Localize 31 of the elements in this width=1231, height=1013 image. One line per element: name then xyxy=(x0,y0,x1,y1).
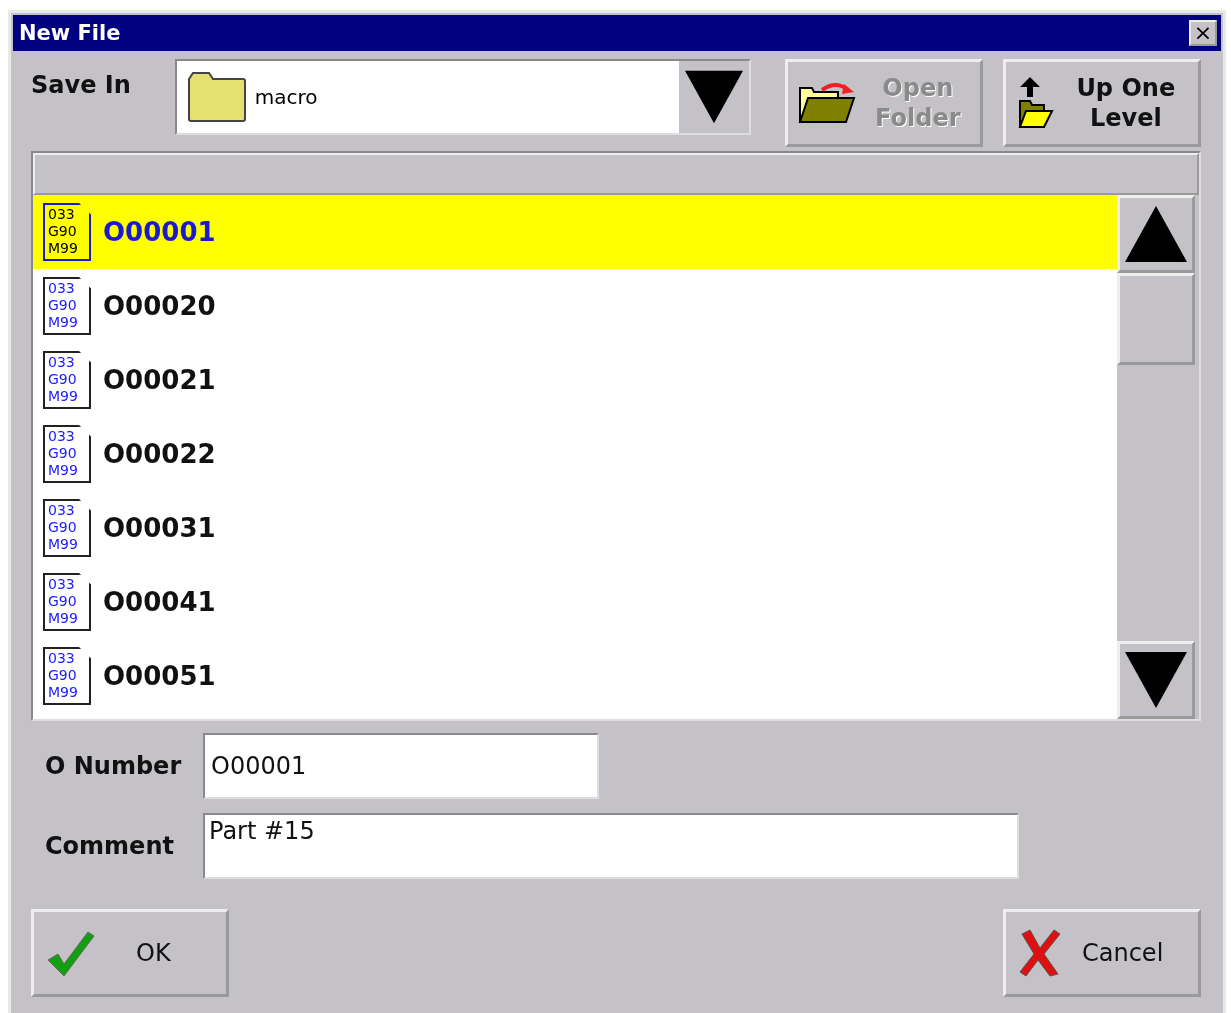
file-icon: 033 G90 M99 xyxy=(43,573,91,631)
up-one-level-button[interactable]: Up One Level xyxy=(1002,59,1201,147)
save-in-label: Save In xyxy=(31,71,131,99)
folder-icon xyxy=(186,71,247,123)
file-item[interactable]: 033 G90 M99 O00001 xyxy=(33,195,1117,269)
file-icon: 033 G90 M99 xyxy=(43,351,91,409)
up-triangle-icon xyxy=(1125,206,1187,262)
file-icon: 033 G90 M99 xyxy=(43,203,91,261)
o-number-label: O Number xyxy=(45,752,183,780)
scroll-up-button[interactable] xyxy=(1117,195,1195,273)
scroll-down-button[interactable] xyxy=(1117,641,1195,719)
o-number-field[interactable]: O00001 xyxy=(203,733,599,799)
save-in-dropdown[interactable]: macro xyxy=(174,59,751,135)
comment-field[interactable]: Part #15 xyxy=(203,813,1019,879)
caret-icon xyxy=(684,69,743,125)
save-in-value: macro xyxy=(254,85,319,109)
close-button[interactable]: × xyxy=(1189,20,1217,46)
file-icon: 033 G90 M99 xyxy=(43,647,91,705)
comment-label: Comment xyxy=(45,832,175,860)
window-title: New File xyxy=(19,21,121,45)
dropdown-button[interactable] xyxy=(678,61,749,133)
down-triangle-icon xyxy=(1125,652,1187,708)
file-icon: 033 G90 M99 xyxy=(43,425,91,483)
scroll-thumb[interactable] xyxy=(1117,273,1195,365)
file-icon: 033 G90 M99 xyxy=(43,499,91,557)
ok-button[interactable]: OK xyxy=(31,909,229,997)
scrollbar[interactable] xyxy=(1117,195,1199,719)
cross-icon xyxy=(1018,928,1062,978)
cancel-button[interactable]: Cancel xyxy=(1003,909,1201,997)
open-folder-icon xyxy=(797,82,856,124)
file-icon: 033 G90 M99 xyxy=(43,277,91,335)
